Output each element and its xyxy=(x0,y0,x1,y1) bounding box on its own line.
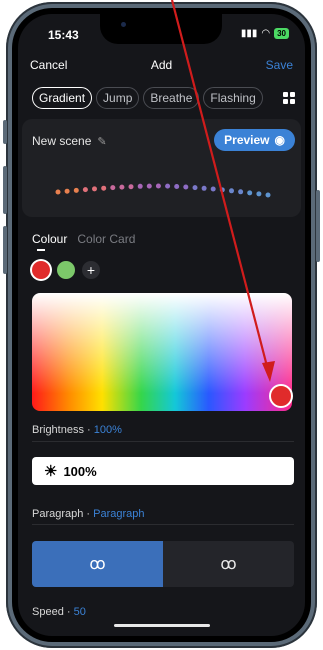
speed-title: Speed xyxy=(32,606,64,618)
preview-dot xyxy=(64,188,70,194)
volume-up-button xyxy=(3,166,7,214)
preview-dot xyxy=(229,188,234,194)
brightness-value-label: 100% xyxy=(93,424,122,436)
direction-forward-button[interactable]: ꝏ xyxy=(32,541,163,587)
grid-menu-icon[interactable] xyxy=(283,92,295,104)
preview-dot xyxy=(128,184,134,190)
tab-jump[interactable]: Jump xyxy=(96,87,140,109)
camera-dot xyxy=(121,22,126,27)
preview-dot xyxy=(55,189,61,195)
page-title: Add xyxy=(150,58,173,72)
divider xyxy=(32,524,294,525)
eye-icon: ◉ xyxy=(274,133,285,147)
preview-dot xyxy=(137,183,143,189)
preview-dot xyxy=(165,183,171,189)
sun-icon: ☀ xyxy=(44,463,58,480)
preview-dot xyxy=(265,192,271,198)
notch xyxy=(100,14,222,44)
brightness-label: Brightness · 100% xyxy=(32,424,122,436)
preview-button[interactable]: Preview ◉ xyxy=(214,129,295,151)
edit-pencil-icon[interactable]: ✎ xyxy=(97,135,106,148)
status-icons: ▮▮▮ ◠ 30 xyxy=(241,28,289,39)
preview-dot xyxy=(82,187,88,193)
preview-label: Preview xyxy=(224,133,270,147)
preview-dot xyxy=(174,184,180,189)
direction-reverse-button[interactable]: ꝏ xyxy=(163,541,294,587)
tab-color-card[interactable]: Color Card xyxy=(77,232,135,246)
battery-icon: 30 xyxy=(274,28,289,39)
swatch-red[interactable] xyxy=(32,261,50,279)
paragraph-label: Paragraph · Paragraph xyxy=(32,508,145,520)
signal-icon: ▮▮▮ xyxy=(240,28,258,39)
colour-palette[interactable] xyxy=(32,293,292,411)
power-button xyxy=(316,190,320,262)
volume-down-button xyxy=(3,226,7,274)
colour-tabs: Colour Color Card xyxy=(32,232,135,246)
colour-swatches: + xyxy=(32,261,100,279)
preview-dot xyxy=(247,190,253,196)
wifi-icon: ◠ xyxy=(261,28,271,39)
tab-flashing[interactable]: Flashing xyxy=(203,87,263,109)
direction-segmented-control: ꝏ ꝏ xyxy=(32,541,294,587)
preview-dot xyxy=(238,189,244,195)
swatch-green[interactable] xyxy=(57,261,75,279)
home-indicator xyxy=(114,624,210,627)
preview-dot xyxy=(110,185,116,191)
divider xyxy=(32,441,294,442)
preview-dot xyxy=(192,185,198,191)
loop-reverse-icon: ꝏ xyxy=(220,556,237,573)
screen: 15:43 ▮▮▮ ◠ 30 Cancel Add Save Gradient … xyxy=(18,14,305,636)
nav-bar: Cancel Add Save xyxy=(18,58,305,78)
preview-dot xyxy=(155,183,161,189)
save-button[interactable]: Save xyxy=(266,58,293,72)
brightness-title: Brightness xyxy=(32,424,84,436)
tab-colour[interactable]: Colour xyxy=(32,232,67,246)
mode-tabs: Gradient Jump Breathe Flashing xyxy=(32,87,263,109)
preview-dot xyxy=(210,186,216,192)
brightness-value: 100% xyxy=(63,463,97,479)
status-time: 15:43 xyxy=(48,28,79,42)
scene-name[interactable]: New scene ✎ xyxy=(32,134,107,148)
gradient-preview-dots xyxy=(55,183,271,198)
preview-dot xyxy=(256,191,262,197)
colour-picker-handle[interactable] xyxy=(269,384,293,408)
tab-gradient[interactable]: Gradient xyxy=(32,87,93,109)
preview-dot xyxy=(183,184,189,190)
brightness-control[interactable]: ☀ 100% xyxy=(32,457,294,485)
preview-dot xyxy=(101,185,107,191)
paragraph-value: Paragraph xyxy=(93,508,145,520)
add-colour-button[interactable]: + xyxy=(82,261,100,279)
scene-name-label: New scene xyxy=(32,134,92,148)
preview-dot xyxy=(201,185,207,191)
mute-switch xyxy=(3,120,7,144)
preview-dot xyxy=(92,186,97,192)
preview-dot xyxy=(119,184,125,190)
paragraph-title: Paragraph xyxy=(32,508,84,520)
preview-dot xyxy=(219,187,225,193)
loop-forward-icon: ꝏ xyxy=(89,556,106,573)
speed-label: Speed · 50 xyxy=(32,606,86,618)
tab-underline xyxy=(37,249,45,251)
speed-value: 50 xyxy=(73,606,86,618)
preview-dot xyxy=(146,183,152,189)
tab-breathe[interactable]: Breathe xyxy=(143,87,200,109)
preview-dot xyxy=(73,187,79,193)
